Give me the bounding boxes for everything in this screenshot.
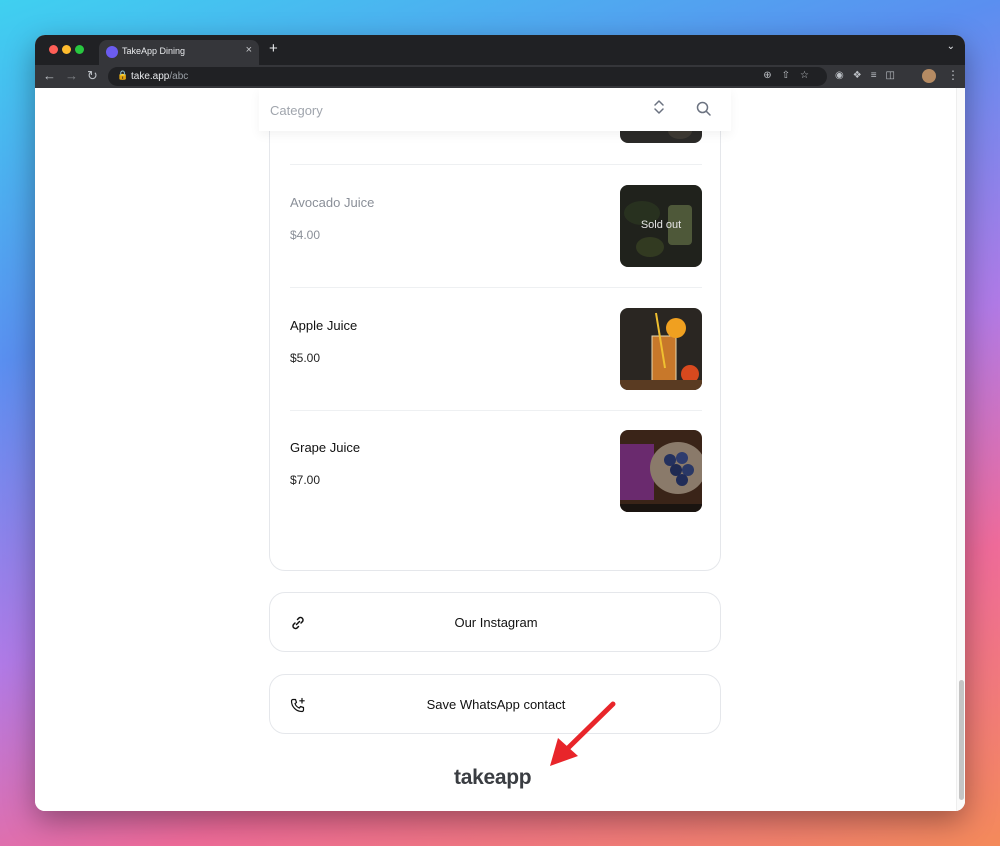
share-icon[interactable]: ⇧ xyxy=(782,70,800,81)
tab-takeapp-dining[interactable]: TakeApp Dining × xyxy=(99,40,259,65)
url-path: /abc xyxy=(169,71,189,82)
url-host: take.app xyxy=(131,71,170,82)
tab-close-icon[interactable]: × xyxy=(246,44,252,56)
forward-arrow-icon[interactable]: → xyxy=(65,68,78,83)
item-price: $7.00 xyxy=(290,473,321,487)
page-viewport: Avocado Juice $4.00 Sold out Apple Juice xyxy=(35,88,965,811)
url-text: take.app/abc xyxy=(131,71,188,82)
item-thumbnail: Sold out xyxy=(620,185,702,267)
tab-bar: TakeApp Dining × + ⌄ xyxy=(35,35,965,65)
lock-icon: 🔒 xyxy=(117,70,129,80)
bookmark-star-icon[interactable]: ☆ xyxy=(800,70,819,81)
scrollbar-thumb[interactable] xyxy=(959,680,964,800)
list-item[interactable]: Avocado Juice $4.00 Sold out xyxy=(290,185,702,267)
takeapp-logo[interactable]: takeapp xyxy=(454,766,532,790)
chevron-up-down-icon[interactable] xyxy=(652,98,666,121)
browser-menu-icon[interactable]: ⋮ xyxy=(947,68,959,82)
list-item[interactable]: Apple Juice $5.00 xyxy=(290,308,702,390)
profile-avatar[interactable] xyxy=(922,69,936,83)
item-price: $5.00 xyxy=(290,351,321,365)
browser-window: TakeApp Dining × + ⌄ ← → ↻ 🔒 take.app/ab… xyxy=(35,35,965,811)
item-divider xyxy=(290,164,702,165)
reading-list-icon[interactable]: ≡ xyxy=(871,70,886,81)
new-tab-button[interactable]: + xyxy=(269,40,278,57)
instagram-link-button[interactable]: Our Instagram xyxy=(269,592,721,652)
address-bar-icons[interactable]: ⊕⇧☆ xyxy=(763,70,819,81)
reload-icon[interactable]: ↻ xyxy=(87,68,98,84)
browser-toolbar: ← → ↻ 🔒 take.app/abc ⊕⇧☆ ◉❖≡◫ ⋮ xyxy=(35,65,965,88)
item-divider xyxy=(290,410,702,411)
menu-card: Avocado Juice $4.00 Sold out Apple Juice xyxy=(269,88,721,571)
address-bar[interactable]: 🔒 take.app/abc ⊕⇧☆ xyxy=(108,67,827,86)
back-arrow-icon[interactable]: ← xyxy=(43,68,56,83)
tab-search-chevron-icon[interactable]: ⌄ xyxy=(947,41,955,52)
item-divider xyxy=(290,287,702,288)
whatsapp-contact-label: Save WhatsApp contact xyxy=(426,697,566,712)
category-filter-bar: Category xyxy=(259,88,731,131)
extension-globe-icon[interactable]: ◉ xyxy=(835,70,853,81)
minimize-window-button[interactable] xyxy=(62,45,71,54)
item-thumbnail xyxy=(620,308,702,390)
list-item[interactable]: Grape Juice $7.00 xyxy=(290,430,702,512)
annotation-arrow xyxy=(550,701,616,766)
item-name: Grape Juice xyxy=(290,440,361,455)
search-icon[interactable] xyxy=(696,101,712,122)
maximize-window-button[interactable] xyxy=(75,45,84,54)
puzzle-icon[interactable]: ❖ xyxy=(853,70,871,81)
tab-title: TakeApp Dining xyxy=(122,46,186,56)
item-price: $4.00 xyxy=(290,228,321,242)
save-whatsapp-contact-button[interactable]: Save WhatsApp contact xyxy=(269,674,721,734)
item-name: Avocado Juice xyxy=(290,195,375,210)
page-scrollbar[interactable] xyxy=(956,88,965,811)
zoom-icon[interactable]: ⊕ xyxy=(763,70,781,81)
close-window-button[interactable] xyxy=(49,45,58,54)
tab-favicon-icon xyxy=(106,46,118,58)
item-thumbnail xyxy=(620,430,702,512)
item-name: Apple Juice xyxy=(290,318,358,333)
side-panel-icon[interactable]: ◫ xyxy=(886,70,904,81)
extension-icons[interactable]: ◉❖≡◫ xyxy=(835,70,904,81)
instagram-link-label: Our Instagram xyxy=(454,615,538,630)
category-select[interactable]: Category xyxy=(270,103,323,118)
sold-out-badge: Sold out xyxy=(640,219,682,231)
